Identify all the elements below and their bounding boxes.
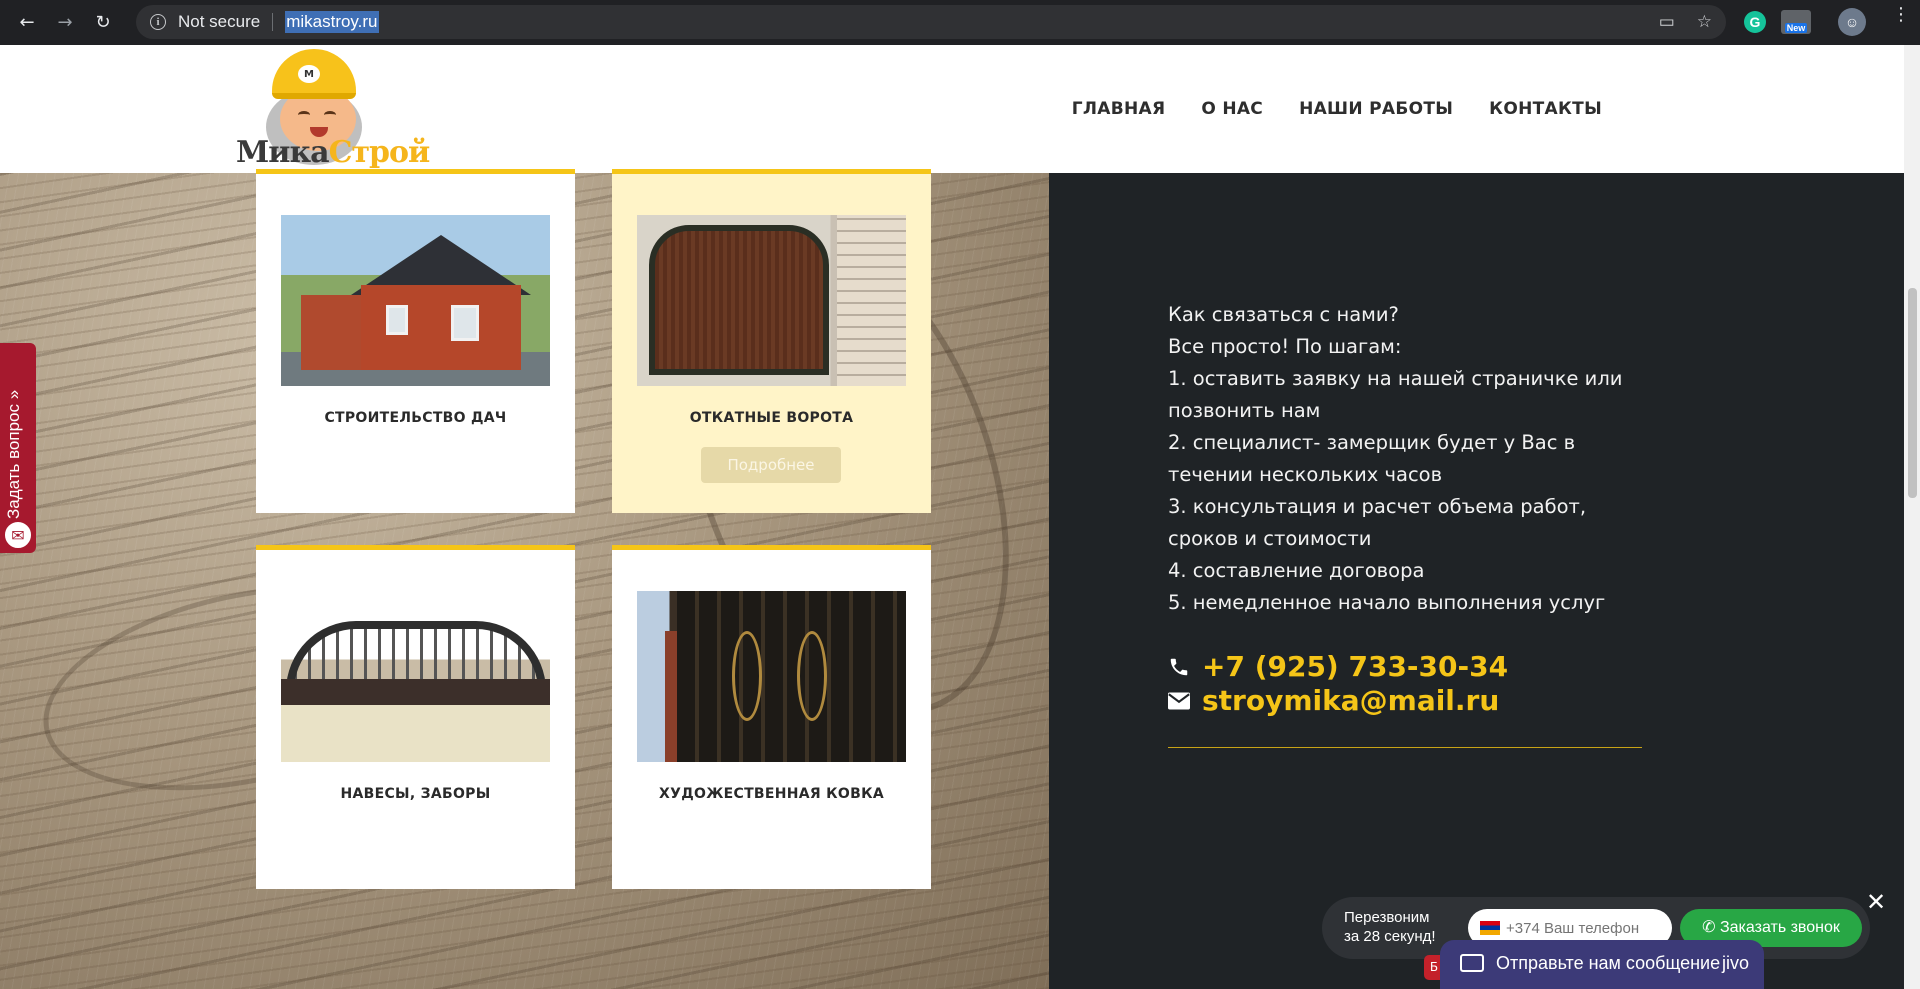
contact-line: Как связаться с нами?	[1168, 303, 1399, 326]
service-card-forging[interactable]: ХУДОЖЕСТВЕННАЯ КОВКА	[612, 545, 931, 889]
card-title: СТРОИТЕЛЬСТВО ДАЧ	[324, 410, 507, 426]
reload-icon[interactable]: ↻	[88, 8, 118, 38]
nav-works[interactable]: НАШИ РАБОТЫ	[1299, 99, 1453, 119]
phone-row: +7 (925) 733-30-34	[1168, 650, 1508, 683]
chrome-menu-icon[interactable]: ⋮	[1892, 6, 1910, 24]
scrollbar-thumb[interactable]	[1908, 288, 1917, 498]
ask-question-tab[interactable]: Задать вопрос » ✉	[0, 343, 36, 553]
service-card-canopies[interactable]: НАВЕСЫ, ЗАБОРЫ	[256, 545, 575, 889]
contact-line: 3. консультация и расчет объема работ, с…	[1168, 495, 1587, 550]
cast-icon[interactable]: ▭	[1659, 12, 1675, 32]
gate-panel	[649, 225, 829, 375]
grammarly-extension-icon[interactable]: G	[1744, 11, 1766, 33]
contact-line: 5. немедленное начало выполнения услуг	[1168, 591, 1606, 614]
jivo-message-text: Отправьте нам сообщение	[1496, 953, 1721, 973]
phone-icon	[1168, 656, 1190, 678]
close-icon[interactable]: ✕	[1866, 888, 1886, 916]
new-badge: New	[1784, 23, 1808, 33]
info-icon[interactable]: i	[150, 14, 166, 30]
house-wall	[361, 285, 521, 370]
service-card-dachas[interactable]: СТРОИТЕЛЬСТВО ДАЧ	[256, 169, 575, 513]
envelope-icon	[1168, 690, 1190, 712]
jivo-chat-bar[interactable]: Отправьте нам сообщение jivo	[1440, 940, 1764, 989]
ask-question-label: Задать вопрос »	[4, 389, 23, 519]
email-row: stroymika@mail.ru	[1168, 684, 1499, 717]
house-window	[451, 305, 479, 341]
site-header: M МикаСтрой ГЛАВНАЯ О НАС НАШИ РАБОТЫ КО…	[0, 45, 1904, 173]
card-title: ОТКАТНЫЕ ВОРОТА	[689, 410, 854, 426]
more-button[interactable]: Подробнее	[701, 447, 841, 483]
brick-pillar	[837, 215, 906, 386]
contact-steps: Как связаться с нами? Все просто! По шаг…	[1168, 299, 1648, 619]
page-scrollbar[interactable]	[1904, 45, 1920, 989]
house-window	[386, 305, 408, 335]
card-title: НАВЕСЫ, ЗАБОРЫ	[340, 786, 491, 802]
back-icon[interactable]: ←	[12, 8, 42, 38]
forged-gate-image	[637, 591, 906, 762]
card-title: ХУДОЖЕСТВЕННАЯ КОВКА	[659, 786, 884, 802]
callback-label: Перезвоним за 28 секунд!	[1344, 909, 1436, 945]
reading-extension-icon[interactable]: New	[1781, 10, 1811, 34]
yellow-divider	[1168, 747, 1642, 748]
nav-contacts[interactable]: КОНТАКТЫ	[1489, 99, 1602, 119]
nav-about[interactable]: О НАС	[1201, 99, 1263, 119]
url-text[interactable]: mikastroy.ru	[285, 11, 379, 33]
forge-ornament	[797, 631, 827, 721]
security-label: Not secure	[178, 12, 261, 31]
canopy-image	[281, 591, 550, 762]
service-card-gates[interactable]: ОТКАТНЫЕ ВОРОТА Подробнее	[612, 169, 931, 513]
house-image	[281, 215, 550, 386]
browser-toolbar: ← → ↻ i Not secure mikastroy.ru ▭ ☆ G Ne…	[0, 0, 1920, 45]
jivo-logo: jivo	[1722, 953, 1750, 973]
contact-line: 4. составление договора	[1168, 559, 1425, 582]
main-nav: ГЛАВНАЯ О НАС НАШИ РАБОТЫ КОНТАКТЫ	[1072, 99, 1602, 119]
address-bar[interactable]: i Not secure mikastroy.ru ▭ ☆	[136, 5, 1726, 39]
mail-icon: ✉	[2, 519, 34, 551]
contact-line: 2. специалист- замерщик будет у Вас в те…	[1168, 431, 1576, 486]
nav-home[interactable]: ГЛАВНАЯ	[1072, 99, 1166, 119]
forge-gate	[677, 591, 906, 762]
canopy-fence	[281, 679, 550, 705]
web-page: M МикаСтрой ГЛАВНАЯ О НАС НАШИ РАБОТЫ КО…	[0, 45, 1904, 989]
contact-panel: Как связаться с нами? Все просто! По шаг…	[1049, 173, 1904, 989]
contact-line: 1. оставить заявку на нашей страничке ил…	[1168, 367, 1623, 422]
envelope-icon	[1460, 954, 1484, 972]
contact-line: Все просто! По шагам:	[1168, 335, 1402, 358]
armenia-flag-icon[interactable]	[1480, 921, 1500, 935]
site-logo[interactable]: M МикаСтрой	[236, 47, 430, 170]
email-address[interactable]: stroymika@mail.ru	[1202, 684, 1499, 717]
omnibox-divider	[272, 13, 274, 31]
forge-ornament	[732, 631, 762, 721]
forward-icon[interactable]: →	[50, 8, 80, 38]
bookmark-star-icon[interactable]: ☆	[1697, 12, 1712, 32]
profile-avatar[interactable]: ☺	[1838, 8, 1866, 36]
logo-text: МикаСтрой	[236, 135, 430, 170]
logo-hat-badge: M	[298, 65, 320, 83]
sliding-gate-image	[637, 215, 906, 386]
phone-number[interactable]: +7 (925) 733-30-34	[1202, 650, 1508, 683]
